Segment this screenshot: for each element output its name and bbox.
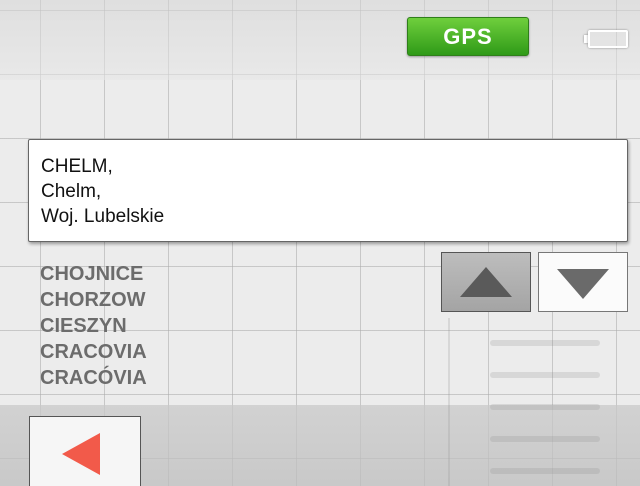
triangle-up-icon: [460, 267, 512, 297]
list-item[interactable]: CIESZYN: [40, 313, 147, 339]
selected-city-municipality: Chelm,: [41, 181, 102, 202]
selected-city-region: Woj. Lubelskie: [41, 206, 165, 227]
selected-city-name: CHELM,: [41, 156, 113, 177]
list-item[interactable]: CHORZOW: [40, 287, 147, 313]
scroll-down-button[interactable]: [538, 252, 628, 312]
top-bar-background: [0, 0, 640, 80]
selected-city-box[interactable]: CHELM, Chelm, Woj. Lubelskie: [28, 139, 628, 242]
gps-button[interactable]: GPS: [407, 17, 529, 56]
back-button[interactable]: [29, 416, 141, 486]
battery-icon: [584, 30, 628, 48]
list-item[interactable]: CRACÓVIA: [40, 365, 147, 391]
list-item[interactable]: CHOJNICE: [40, 261, 147, 287]
list-item[interactable]: CRACOVIA: [40, 339, 147, 365]
background-list-art: [448, 318, 630, 486]
arrow-left-icon: [62, 433, 100, 475]
city-results-list: CHOJNICE CHORZOW CIESZYN CRACOVIA CRACÓV…: [40, 261, 147, 391]
triangle-down-icon: [557, 269, 609, 299]
scroll-up-button[interactable]: [441, 252, 531, 312]
